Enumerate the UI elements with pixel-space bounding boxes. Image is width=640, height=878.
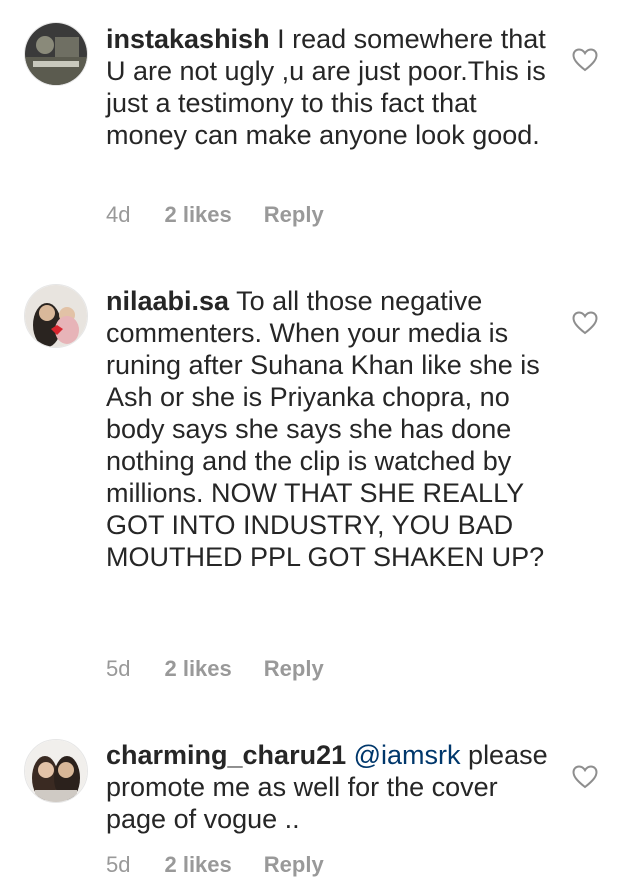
comment-likes[interactable]: 2 likes	[164, 852, 231, 878]
reply-button[interactable]: Reply	[264, 202, 324, 228]
heart-outline-icon[interactable]	[572, 765, 598, 789]
comment-meta: 4d 2 likes Reply	[106, 202, 356, 228]
avatar[interactable]	[24, 284, 88, 348]
comment-meta: 5d 2 likes Reply	[106, 852, 356, 878]
mention-link[interactable]: @iamsrk	[354, 740, 461, 770]
comment-username[interactable]: charming_charu21	[106, 740, 346, 770]
avatar[interactable]	[24, 739, 88, 803]
comment-likes[interactable]: 2 likes	[164, 202, 231, 228]
heart-outline-icon[interactable]	[572, 48, 598, 72]
avatar[interactable]	[24, 22, 88, 86]
heart-outline-icon[interactable]	[572, 311, 598, 335]
comment-username[interactable]: instakashish	[106, 24, 270, 54]
comment-timestamp: 4d	[106, 202, 131, 227]
comment-likes[interactable]: 2 likes	[164, 656, 231, 682]
comment-username[interactable]: nilaabi.sa	[106, 286, 229, 316]
comment-body: charming_charu21 @iamsrk please promote …	[106, 739, 554, 835]
comment-timestamp: 5d	[106, 852, 131, 877]
reply-button[interactable]: Reply	[264, 852, 324, 878]
comment-body: nilaabi.sa To all those negative comment…	[106, 285, 554, 573]
reply-button[interactable]: Reply	[264, 656, 324, 682]
comment-text: To all those negative commenters. When y…	[106, 286, 545, 572]
comment-timestamp: 5d	[106, 656, 131, 681]
comment-meta: 5d 2 likes Reply	[106, 656, 356, 682]
comment-body: instakashish I read somewhere that U are…	[106, 23, 554, 151]
